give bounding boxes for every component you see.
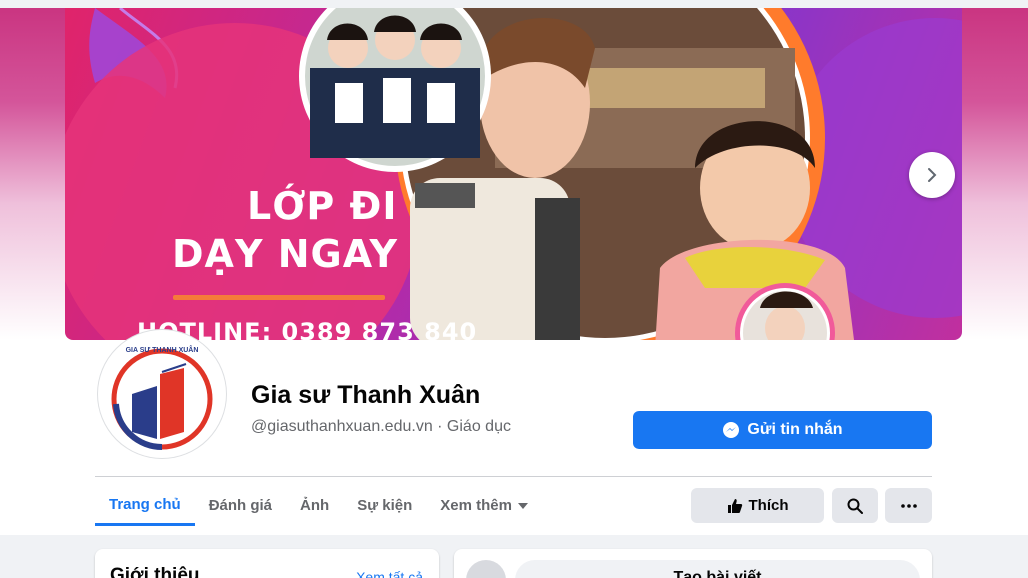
page-tabs: Trang chủ Đánh giá Ảnh Sự kiện Xem thêm bbox=[95, 486, 542, 526]
intro-card: Giới thiệu Xem tất cả bbox=[95, 549, 439, 578]
more-dots-icon bbox=[900, 503, 917, 508]
avatar[interactable]: GIA SƯ THANH XUÂN bbox=[98, 330, 226, 458]
composer-card: Tạo bài viết bbox=[454, 549, 932, 578]
cover-next-button[interactable] bbox=[909, 152, 955, 198]
intro-title: Giới thiệu bbox=[110, 565, 200, 578]
create-post-input[interactable]: Tạo bài viết bbox=[515, 560, 920, 578]
cover-headline-line1: LỚP ĐI bbox=[247, 184, 398, 228]
tab-more[interactable]: Xem thêm bbox=[426, 486, 542, 526]
like-page-button[interactable]: Thích bbox=[691, 488, 824, 523]
tab-home[interactable]: Trang chủ bbox=[95, 486, 195, 526]
send-message-label: Gửi tin nhắn bbox=[747, 421, 843, 438]
top-bar-edge bbox=[0, 0, 1028, 8]
tab-reviews-label: Đánh giá bbox=[208, 497, 273, 514]
cover-headline-line2: DẠY NGAY bbox=[172, 232, 398, 276]
tab-photos-label: Ảnh bbox=[300, 497, 330, 514]
tab-photos[interactable]: Ảnh bbox=[286, 486, 343, 526]
page-title: Gia sư Thanh Xuân bbox=[251, 381, 481, 409]
cover-photo[interactable]: LỚP ĐI DẠY NGAY HOTLINE: 0389 873 840 bbox=[65, 8, 962, 340]
cover-artwork bbox=[65, 8, 962, 340]
send-message-button[interactable]: Gửi tin nhắn bbox=[633, 411, 932, 449]
tab-reviews[interactable]: Đánh giá bbox=[195, 486, 286, 526]
chevron-right-icon bbox=[928, 168, 937, 182]
like-label: Thích bbox=[748, 497, 789, 514]
caret-down-icon bbox=[517, 503, 528, 509]
logo-text: GIA SƯ THANH XUÂN bbox=[126, 345, 199, 354]
page-logo: GIA SƯ THANH XUÂN bbox=[104, 336, 220, 452]
avatar[interactable] bbox=[466, 560, 506, 578]
more-options-button[interactable] bbox=[885, 488, 932, 523]
tab-more-label: Xem thêm bbox=[440, 497, 512, 514]
intro-see-all-link[interactable]: Xem tất cả bbox=[356, 569, 423, 578]
page-username-category: @giasuthanhxuan.edu.vn · Giáo dục bbox=[251, 418, 511, 435]
tab-home-label: Trang chủ bbox=[109, 495, 181, 513]
tab-events-label: Sự kiện bbox=[357, 497, 413, 514]
messenger-icon bbox=[723, 422, 740, 438]
search-page-button[interactable] bbox=[832, 488, 878, 523]
search-icon bbox=[847, 498, 863, 514]
header-divider bbox=[95, 476, 932, 477]
tab-events[interactable]: Sự kiện bbox=[343, 486, 426, 526]
thumbs-up-icon bbox=[727, 498, 742, 513]
